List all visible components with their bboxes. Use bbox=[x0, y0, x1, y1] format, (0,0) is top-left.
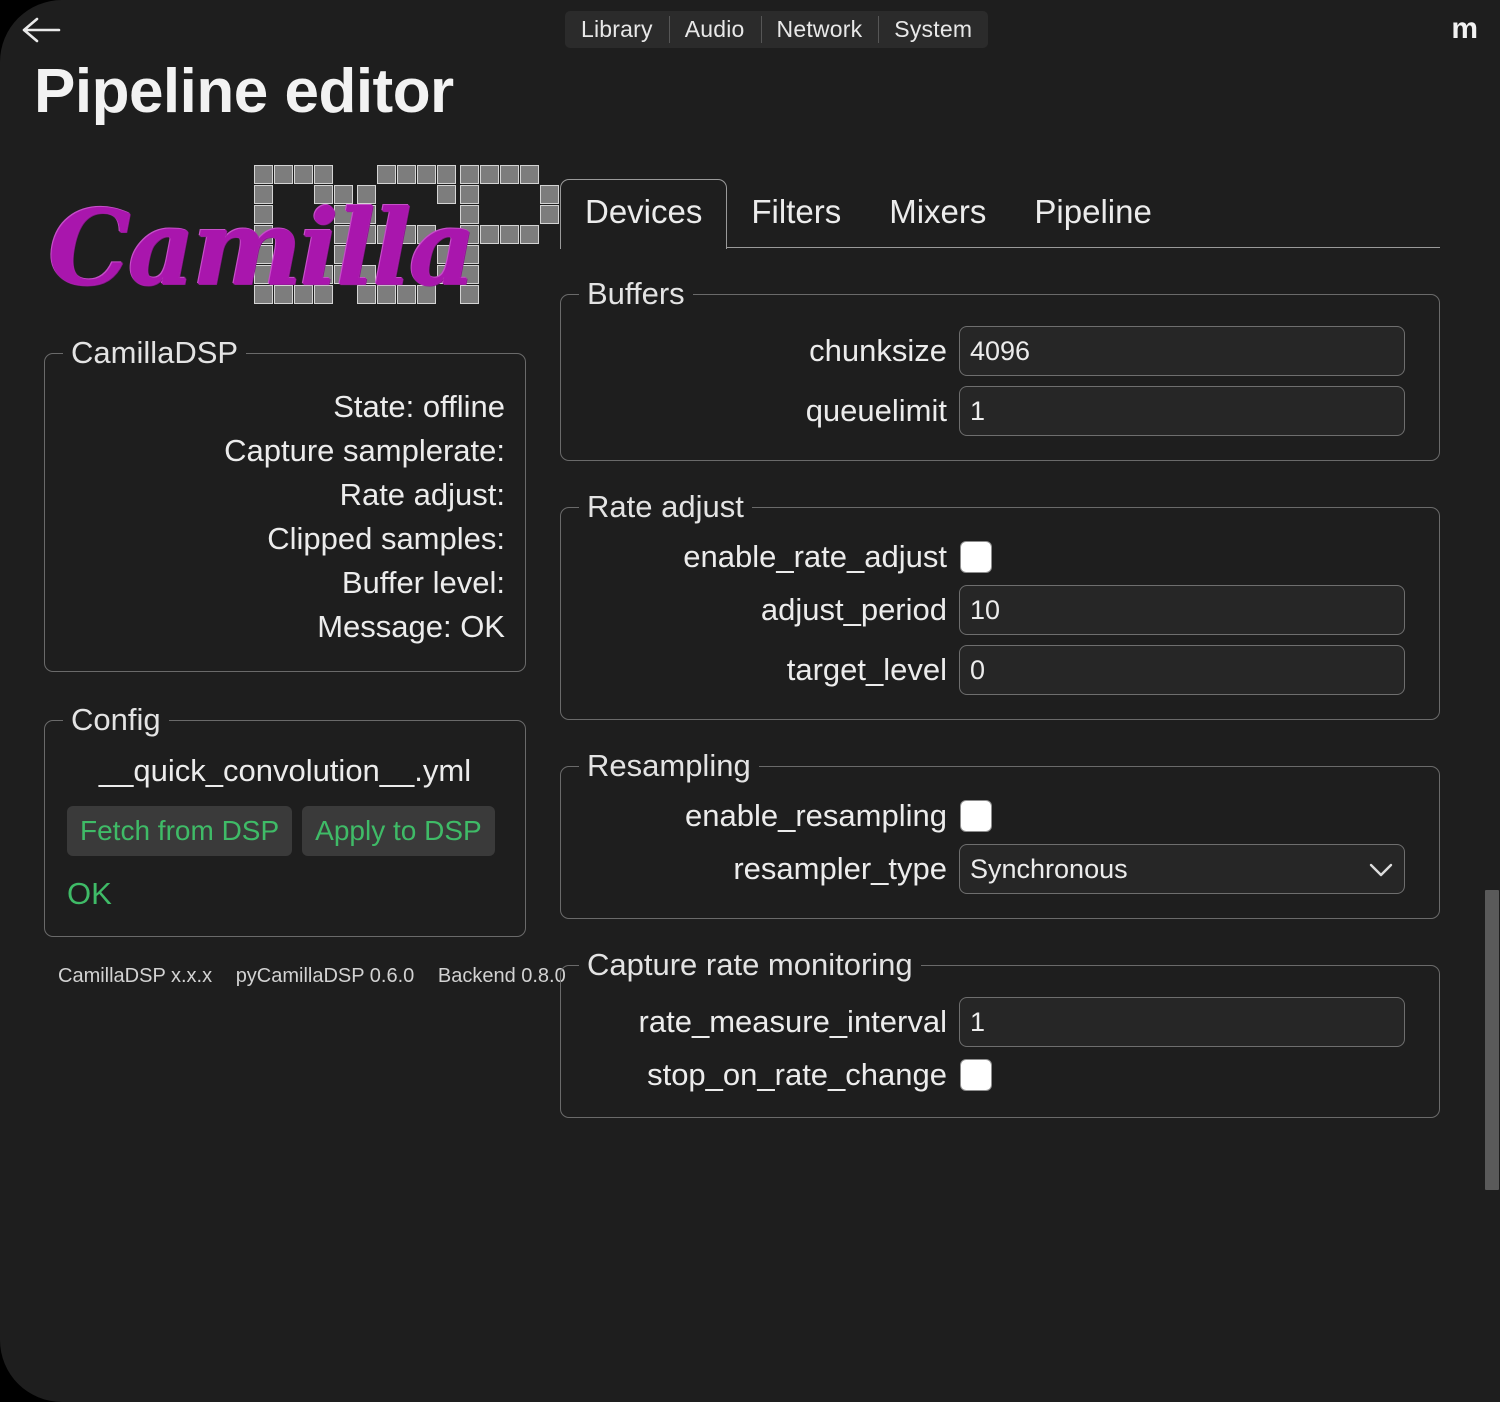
config-panel-legend: Config bbox=[71, 702, 161, 737]
page-title: Pipeline editor bbox=[34, 57, 454, 126]
queuelimit-input[interactable] bbox=[959, 386, 1405, 436]
field-row-enable-resampling: enable_resampling bbox=[561, 798, 1417, 834]
status-row-capture-samplerate: Capture samplerate: bbox=[224, 433, 505, 468]
field-row-target-level: target_level bbox=[561, 645, 1417, 695]
status-panel-legend: CamillaDSP bbox=[71, 335, 239, 370]
tabs: Devices Filters Mixers Pipeline bbox=[560, 178, 1440, 249]
nav-tab-audio[interactable]: Audio bbox=[668, 11, 761, 48]
enable-rate-adjust-label: enable_rate_adjust bbox=[683, 539, 947, 574]
back-button[interactable] bbox=[18, 10, 64, 50]
buffers-body: chunksize queuelimit bbox=[561, 312, 1439, 460]
main-content: Devices Filters Mixers Pipeline Buffers … bbox=[560, 178, 1440, 1118]
stop-on-rate-change-checkbox[interactable] bbox=[961, 1060, 991, 1090]
tab-label: Mixers bbox=[889, 193, 987, 230]
capture-rate-monitoring-section: Capture rate monitoring rate_measure_int… bbox=[560, 947, 1440, 1118]
rate-measure-interval-input[interactable] bbox=[959, 997, 1405, 1047]
left-sidebar: Camilla CamillaDSP State: offline Captur… bbox=[0, 160, 566, 988]
chunksize-label: chunksize bbox=[809, 333, 947, 368]
resampler-type-value: Synchronous bbox=[970, 853, 1128, 884]
rate-adjust-body: enable_rate_adjust adjust_period target_… bbox=[561, 525, 1439, 719]
target-level-label: target_level bbox=[786, 652, 947, 687]
config-panel: Config __quick_convolution__.yml Fetch f… bbox=[44, 702, 526, 937]
field-row-adjust-period: adjust_period bbox=[561, 585, 1417, 635]
rate-adjust-legend: Rate adjust bbox=[587, 489, 744, 524]
logo-letter-p bbox=[461, 166, 558, 303]
nav-tab-label: Network bbox=[776, 16, 863, 42]
adjust-period-input[interactable] bbox=[959, 585, 1405, 635]
resampling-legend: Resampling bbox=[587, 748, 751, 783]
version-backend: Backend 0.8.0 bbox=[437, 965, 566, 987]
tab-pipeline[interactable]: Pipeline bbox=[1010, 180, 1175, 248]
config-filename: __quick_convolution__.yml bbox=[98, 753, 472, 788]
field-row-enable-rate-adjust: enable_rate_adjust bbox=[561, 539, 1417, 575]
arrow-left-icon bbox=[21, 16, 61, 44]
status-list: State: offline Capture samplerate: Rate … bbox=[45, 371, 525, 671]
tab-label: Devices bbox=[585, 193, 703, 230]
config-body: __quick_convolution__.yml Fetch from DSP… bbox=[45, 738, 525, 936]
tab-devices[interactable]: Devices bbox=[560, 179, 728, 249]
chunksize-input[interactable] bbox=[959, 326, 1405, 376]
version-pycamilladsp: pyCamillaDSP 0.6.0 bbox=[235, 965, 415, 987]
field-row-rate-measure-interval: rate_measure_interval bbox=[561, 997, 1417, 1047]
resampling-body: enable_resampling resampler_type Synchro… bbox=[561, 784, 1439, 918]
app-window: Library Audio Network System m Pipeline … bbox=[0, 0, 1500, 1402]
config-status-text: OK bbox=[67, 876, 112, 911]
user-badge[interactable]: m bbox=[1451, 12, 1478, 46]
resampler-type-label: resampler_type bbox=[733, 851, 947, 886]
resampler-type-select[interactable]: Synchronous bbox=[959, 844, 1405, 894]
status-row-clipped-samples: Clipped samples: bbox=[267, 521, 505, 556]
capture-rate-monitoring-legend: Capture rate monitoring bbox=[587, 947, 913, 982]
field-row-resampler-type: resampler_type Synchronous bbox=[561, 844, 1417, 894]
top-bar: Library Audio Network System m bbox=[0, 0, 1500, 58]
apply-to-dsp-button[interactable]: Apply to DSP bbox=[302, 806, 495, 856]
tab-label: Filters bbox=[751, 193, 842, 230]
status-row-rate-adjust: Rate adjust: bbox=[339, 477, 505, 512]
nav-tab-label: System bbox=[894, 16, 973, 42]
tab-filters[interactable]: Filters bbox=[727, 180, 865, 248]
tab-label: Pipeline bbox=[1034, 193, 1152, 230]
nav-tab-label: Library bbox=[581, 16, 653, 42]
config-buttons: Fetch from DSP Apply to DSP bbox=[67, 806, 503, 856]
fetch-from-dsp-button[interactable]: Fetch from DSP bbox=[67, 806, 293, 856]
enable-rate-adjust-checkbox[interactable] bbox=[961, 542, 991, 572]
nav-tab-library[interactable]: Library bbox=[565, 11, 669, 48]
tab-mixers[interactable]: Mixers bbox=[865, 180, 1010, 248]
global-nav-tabs: Library Audio Network System bbox=[565, 11, 989, 48]
buffers-legend: Buffers bbox=[587, 276, 685, 311]
enable-resampling-checkbox[interactable] bbox=[961, 801, 991, 831]
field-row-stop-on-rate-change: stop_on_rate_change bbox=[561, 1057, 1417, 1093]
camilladsp-status-panel: CamillaDSP State: offline Capture sample… bbox=[44, 335, 526, 672]
status-row-state: State: offline bbox=[333, 389, 505, 424]
camilladsp-logo: Camilla bbox=[40, 160, 558, 335]
nav-tab-system[interactable]: System bbox=[878, 11, 988, 48]
status-row-buffer-level: Buffer level: bbox=[341, 565, 505, 600]
scrollbar-thumb[interactable] bbox=[1485, 890, 1499, 1190]
resampling-section: Resampling enable_resampling resampler_t… bbox=[560, 748, 1440, 919]
status-row-message: Message: OK bbox=[317, 609, 505, 644]
logo-script-text: Camilla bbox=[48, 186, 476, 309]
nav-tab-label: Audio bbox=[684, 16, 745, 42]
field-row-queuelimit: queuelimit bbox=[561, 386, 1417, 436]
queuelimit-label: queuelimit bbox=[805, 393, 947, 428]
capture-rate-monitoring-body: rate_measure_interval stop_on_rate_chang… bbox=[561, 983, 1439, 1117]
buffers-section: Buffers chunksize queuelimit bbox=[560, 276, 1440, 461]
field-row-chunksize: chunksize bbox=[561, 326, 1417, 376]
page-scrollbar[interactable] bbox=[1484, 0, 1500, 1402]
enable-resampling-label: enable_resampling bbox=[685, 798, 947, 833]
stop-on-rate-change-label: stop_on_rate_change bbox=[647, 1057, 947, 1092]
main-tabstrip: Devices Filters Mixers Pipeline bbox=[560, 178, 1440, 249]
rate-measure-interval-label: rate_measure_interval bbox=[638, 1004, 947, 1039]
chevron-down-icon bbox=[1368, 854, 1394, 885]
rate-adjust-section: Rate adjust enable_rate_adjust adjust_pe… bbox=[560, 489, 1440, 720]
version-footer: CamillaDSP x.x.x pyCamillaDSP 0.6.0 Back… bbox=[58, 965, 566, 988]
adjust-period-label: adjust_period bbox=[760, 592, 947, 627]
nav-tab-network[interactable]: Network bbox=[760, 11, 879, 48]
version-camilladsp: CamillaDSP x.x.x bbox=[58, 965, 213, 987]
target-level-input[interactable] bbox=[959, 645, 1405, 695]
